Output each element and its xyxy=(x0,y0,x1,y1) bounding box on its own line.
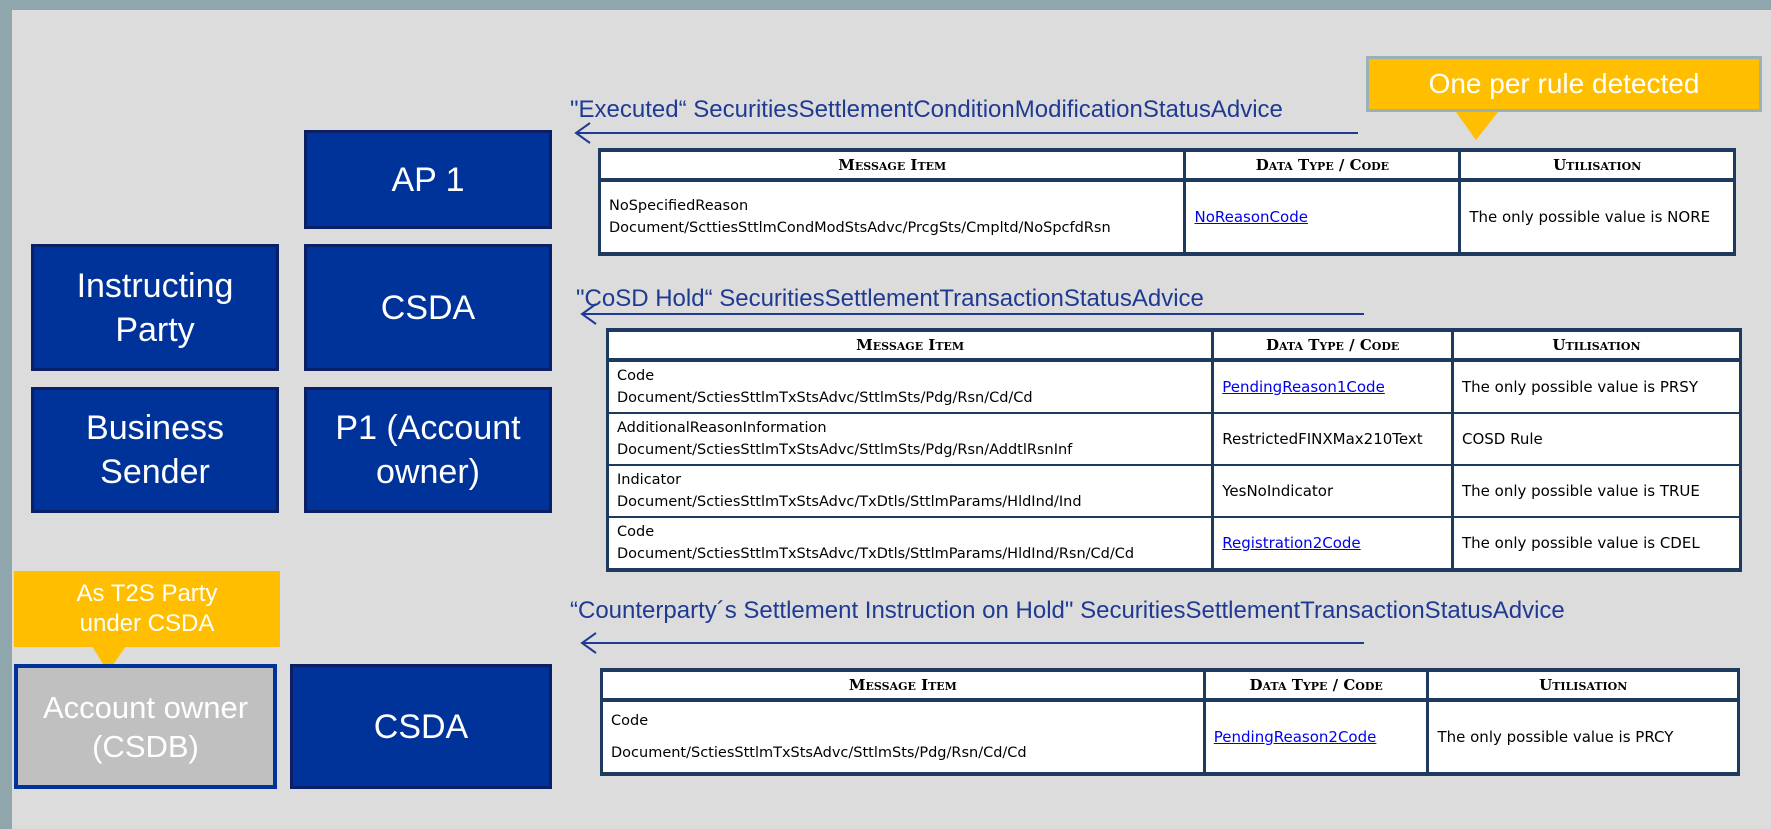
data-type-cell: Registration2Code xyxy=(1211,517,1454,572)
data-type-cell: PendingReason2Code xyxy=(1202,700,1430,776)
column-header-message-item: Message Item xyxy=(597,148,1187,182)
callout-t2s-party: As T2S Party under CSDA xyxy=(14,571,280,647)
data-type-cell: NoReasonCode xyxy=(1183,180,1462,256)
box-instructing-party: Instructing Party xyxy=(31,244,279,371)
item-name: NoSpecifiedReason xyxy=(609,198,749,214)
item-path: Document/SctiesSttlmTxStsAdvc/SttlmSts/P… xyxy=(617,390,1033,406)
column-header-data-type: Data Type / Code xyxy=(1183,148,1462,182)
data-type-link[interactable]: NoReasonCode xyxy=(1194,208,1307,226)
table-counterparty-hold: Message Item Data Type / Code Utilisatio… xyxy=(600,668,1740,776)
table-row: Indicator Document/SctiesSttlmTxStsAdvc/… xyxy=(605,465,1742,518)
arrow-cosd-hold xyxy=(580,303,1364,325)
box-csda-bottom: CSDA xyxy=(290,664,552,789)
utilisation-cell: COSD Rule xyxy=(1451,413,1742,466)
utilisation-cell: The only possible value is PRSY xyxy=(1451,360,1742,414)
item-path: Document/SctiesSttlmTxStsAdvc/TxDtls/Stt… xyxy=(617,546,1135,562)
utilisation-cell: The only possible value is CDEL xyxy=(1451,517,1742,572)
data-type-cell: PendingReason1Code xyxy=(1211,360,1454,414)
table-row: Code Document/SctiesSttlmTxStsAdvc/TxDtl… xyxy=(605,517,1742,572)
message-item-cell: Code Document/SctiesSttlmTxStsAdvc/TxDtl… xyxy=(605,517,1215,572)
table-executed: Message Item Data Type / Code Utilisatio… xyxy=(597,148,1736,256)
item-path: Document/SctiesSttlmTxStsAdvc/SttlmSts/P… xyxy=(617,442,1073,458)
data-type-link[interactable]: PendingReason1Code xyxy=(1222,378,1385,396)
utilisation-cell: The only possible value is TRUE xyxy=(1451,465,1742,518)
callout-one-per-rule: One per rule detected xyxy=(1366,56,1762,112)
column-header-data-type: Data Type / Code xyxy=(1211,328,1454,362)
item-name: Code xyxy=(617,368,655,384)
arrow-executed xyxy=(574,122,1358,144)
item-path: Document/SctiesSttlmTxStsAdvc/SttlmSts/P… xyxy=(611,745,1027,761)
table-row: NoSpecifiedReason Document/ScttiesSttlmC… xyxy=(597,180,1736,256)
table-row: Code Document/SctiesSttlmTxStsAdvc/Sttlm… xyxy=(605,360,1742,414)
column-header-message-item: Message Item xyxy=(605,328,1215,362)
utilisation-cell: The only possible value is NORE xyxy=(1458,180,1736,256)
item-name: Indicator xyxy=(617,472,682,488)
callout-one-per-rule-pointer xyxy=(1456,112,1498,140)
item-path: Document/ScttiesSttlmCondModStsAdvc/Prcg… xyxy=(609,220,1111,236)
data-type-cell: RestrictedFINXMax210Text xyxy=(1211,413,1454,466)
data-type-link[interactable]: PendingReason2Code xyxy=(1214,728,1377,746)
item-path: Document/SctiesSttlmTxStsAdvc/TxDtls/Stt… xyxy=(617,494,1082,510)
column-header-utilisation: Utilisation xyxy=(1426,668,1740,702)
box-business-sender: Business Sender xyxy=(31,387,279,513)
data-type-link[interactable]: Registration2Code xyxy=(1222,534,1360,552)
message-item-cell: Indicator Document/SctiesSttlmTxStsAdvc/… xyxy=(605,465,1215,518)
item-name: Code xyxy=(617,524,655,540)
table-row: AdditionalReasonInformation Document/Sct… xyxy=(605,413,1742,466)
table-row: Code Document/SctiesSttlmTxStsAdvc/Sttlm… xyxy=(600,700,1740,776)
message-item-cell: AdditionalReasonInformation Document/Sct… xyxy=(605,413,1215,466)
column-header-message-item: Message Item xyxy=(600,668,1206,702)
message-item-cell: Code Document/SctiesSttlmTxStsAdvc/Sttlm… xyxy=(605,360,1215,414)
message-title-counterparty-hold: “Counterparty´s Settlement Instruction o… xyxy=(570,597,1565,624)
item-name: Code xyxy=(611,713,649,729)
message-item-cell: Code Document/SctiesSttlmTxStsAdvc/Sttlm… xyxy=(600,700,1206,776)
column-header-utilisation: Utilisation xyxy=(1451,328,1742,362)
message-title-executed: "Executed“ SecuritiesSettlementCondition… xyxy=(570,96,1283,123)
box-csda-top: CSDA xyxy=(304,244,552,371)
arrow-counterparty-hold xyxy=(580,632,1364,654)
message-item-cell: NoSpecifiedReason Document/ScttiesSttlmC… xyxy=(597,180,1187,256)
box-ap1: AP 1 xyxy=(304,130,552,229)
data-type-cell: YesNoIndicator xyxy=(1211,465,1454,518)
column-header-utilisation: Utilisation xyxy=(1458,148,1736,182)
column-header-data-type: Data Type / Code xyxy=(1202,668,1430,702)
item-name: AdditionalReasonInformation xyxy=(617,420,827,436)
box-account-owner-csdb: Account owner (CSDB) xyxy=(14,664,277,789)
table-cosd-hold: Message Item Data Type / Code Utilisatio… xyxy=(605,328,1742,572)
box-p1-account-owner: P1 (Account owner) xyxy=(304,387,552,513)
utilisation-cell: The only possible value is PRCY xyxy=(1426,700,1740,776)
